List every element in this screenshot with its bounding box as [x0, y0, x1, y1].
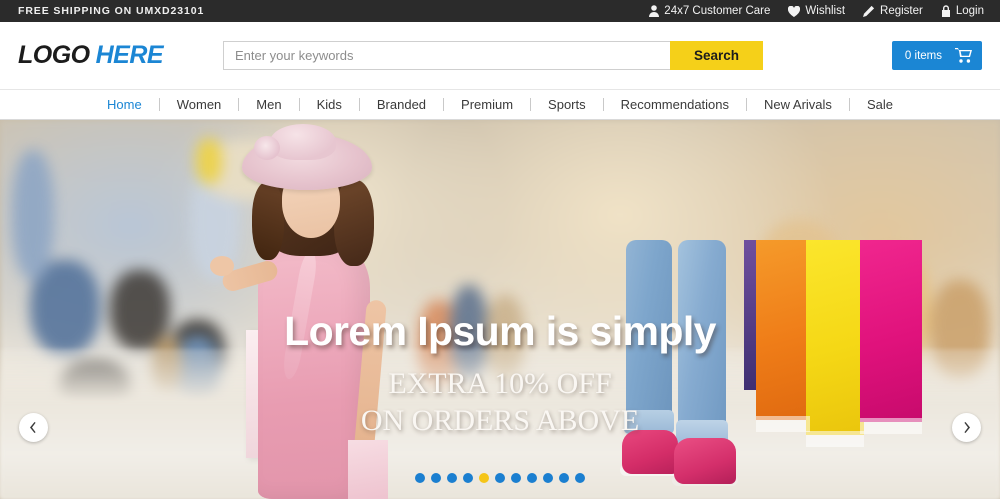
top-bar-links: 24x7 Customer Care Wishlist Register Log… [649, 5, 984, 17]
cart-button[interactable]: 0 items [891, 41, 982, 70]
cart-item-count: 0 items [904, 49, 942, 62]
slider-dot[interactable] [511, 473, 521, 483]
slider-dot[interactable] [495, 473, 505, 483]
slider-dot[interactable] [431, 473, 441, 483]
slider-dot[interactable] [559, 473, 569, 483]
logo-main-text: LOGO [18, 41, 90, 69]
search-button[interactable]: Search [670, 41, 763, 70]
hero-slider: Lorem Ipsum is simply EXTRA 10% OFF ON O… [0, 120, 1000, 499]
register-link[interactable]: Register [863, 5, 923, 17]
login-link[interactable]: Login [941, 5, 984, 17]
shopping-cart-icon [955, 48, 972, 63]
hero-shopper-legs [612, 240, 952, 499]
slider-dot[interactable] [463, 473, 473, 483]
customer-care-link[interactable]: 24x7 Customer Care [649, 5, 770, 17]
customer-care-label: 24x7 Customer Care [664, 5, 771, 17]
login-label: Login [955, 5, 984, 17]
nav-item-recommendations[interactable]: Recommendations [604, 97, 746, 112]
nav-item-premium[interactable]: Premium [444, 97, 530, 112]
nav-item-home[interactable]: Home [90, 97, 159, 112]
slider-dot[interactable] [415, 473, 425, 483]
wishlist-label: Wishlist [805, 5, 846, 17]
register-label: Register [880, 5, 923, 17]
nav-item-branded[interactable]: Branded [360, 97, 443, 112]
user-icon [649, 5, 660, 17]
heart-icon [788, 5, 801, 17]
pencil-icon [863, 5, 875, 17]
slider-dot[interactable] [543, 473, 553, 483]
logo-accent-text: HERE [95, 41, 164, 69]
slider-pagination-dots [0, 473, 1000, 483]
main-navigation: Home Women Men Kids Branded Premium Spor… [0, 89, 1000, 120]
search-bar: Search [223, 41, 763, 70]
site-logo[interactable]: LOGO HERE [18, 41, 223, 70]
shipping-promo-text: FREE SHIPPING ON UMXD23101 [18, 5, 205, 17]
nav-item-men[interactable]: Men [239, 97, 298, 112]
nav-item-kids[interactable]: Kids [300, 97, 359, 112]
chevron-left-icon [28, 422, 39, 433]
chevron-right-icon [961, 422, 972, 433]
slider-dot[interactable] [575, 473, 585, 483]
nav-item-sports[interactable]: Sports [531, 97, 603, 112]
slider-next-button[interactable] [952, 413, 981, 442]
lock-icon [941, 5, 951, 17]
nav-item-new-arivals[interactable]: New Arivals [747, 97, 849, 112]
slider-prev-button[interactable] [19, 413, 48, 442]
nav-item-sale[interactable]: Sale [850, 97, 910, 112]
slider-dot-active[interactable] [479, 473, 489, 483]
search-input[interactable] [223, 41, 670, 70]
hero-model-woman [196, 120, 426, 499]
nav-item-women[interactable]: Women [160, 97, 239, 112]
slider-dot[interactable] [527, 473, 537, 483]
slider-dot[interactable] [447, 473, 457, 483]
top-bar: FREE SHIPPING ON UMXD23101 24x7 Customer… [0, 0, 1000, 22]
site-header: LOGOHERE Search 0 items [0, 22, 1000, 89]
wishlist-link[interactable]: Wishlist [788, 5, 845, 17]
